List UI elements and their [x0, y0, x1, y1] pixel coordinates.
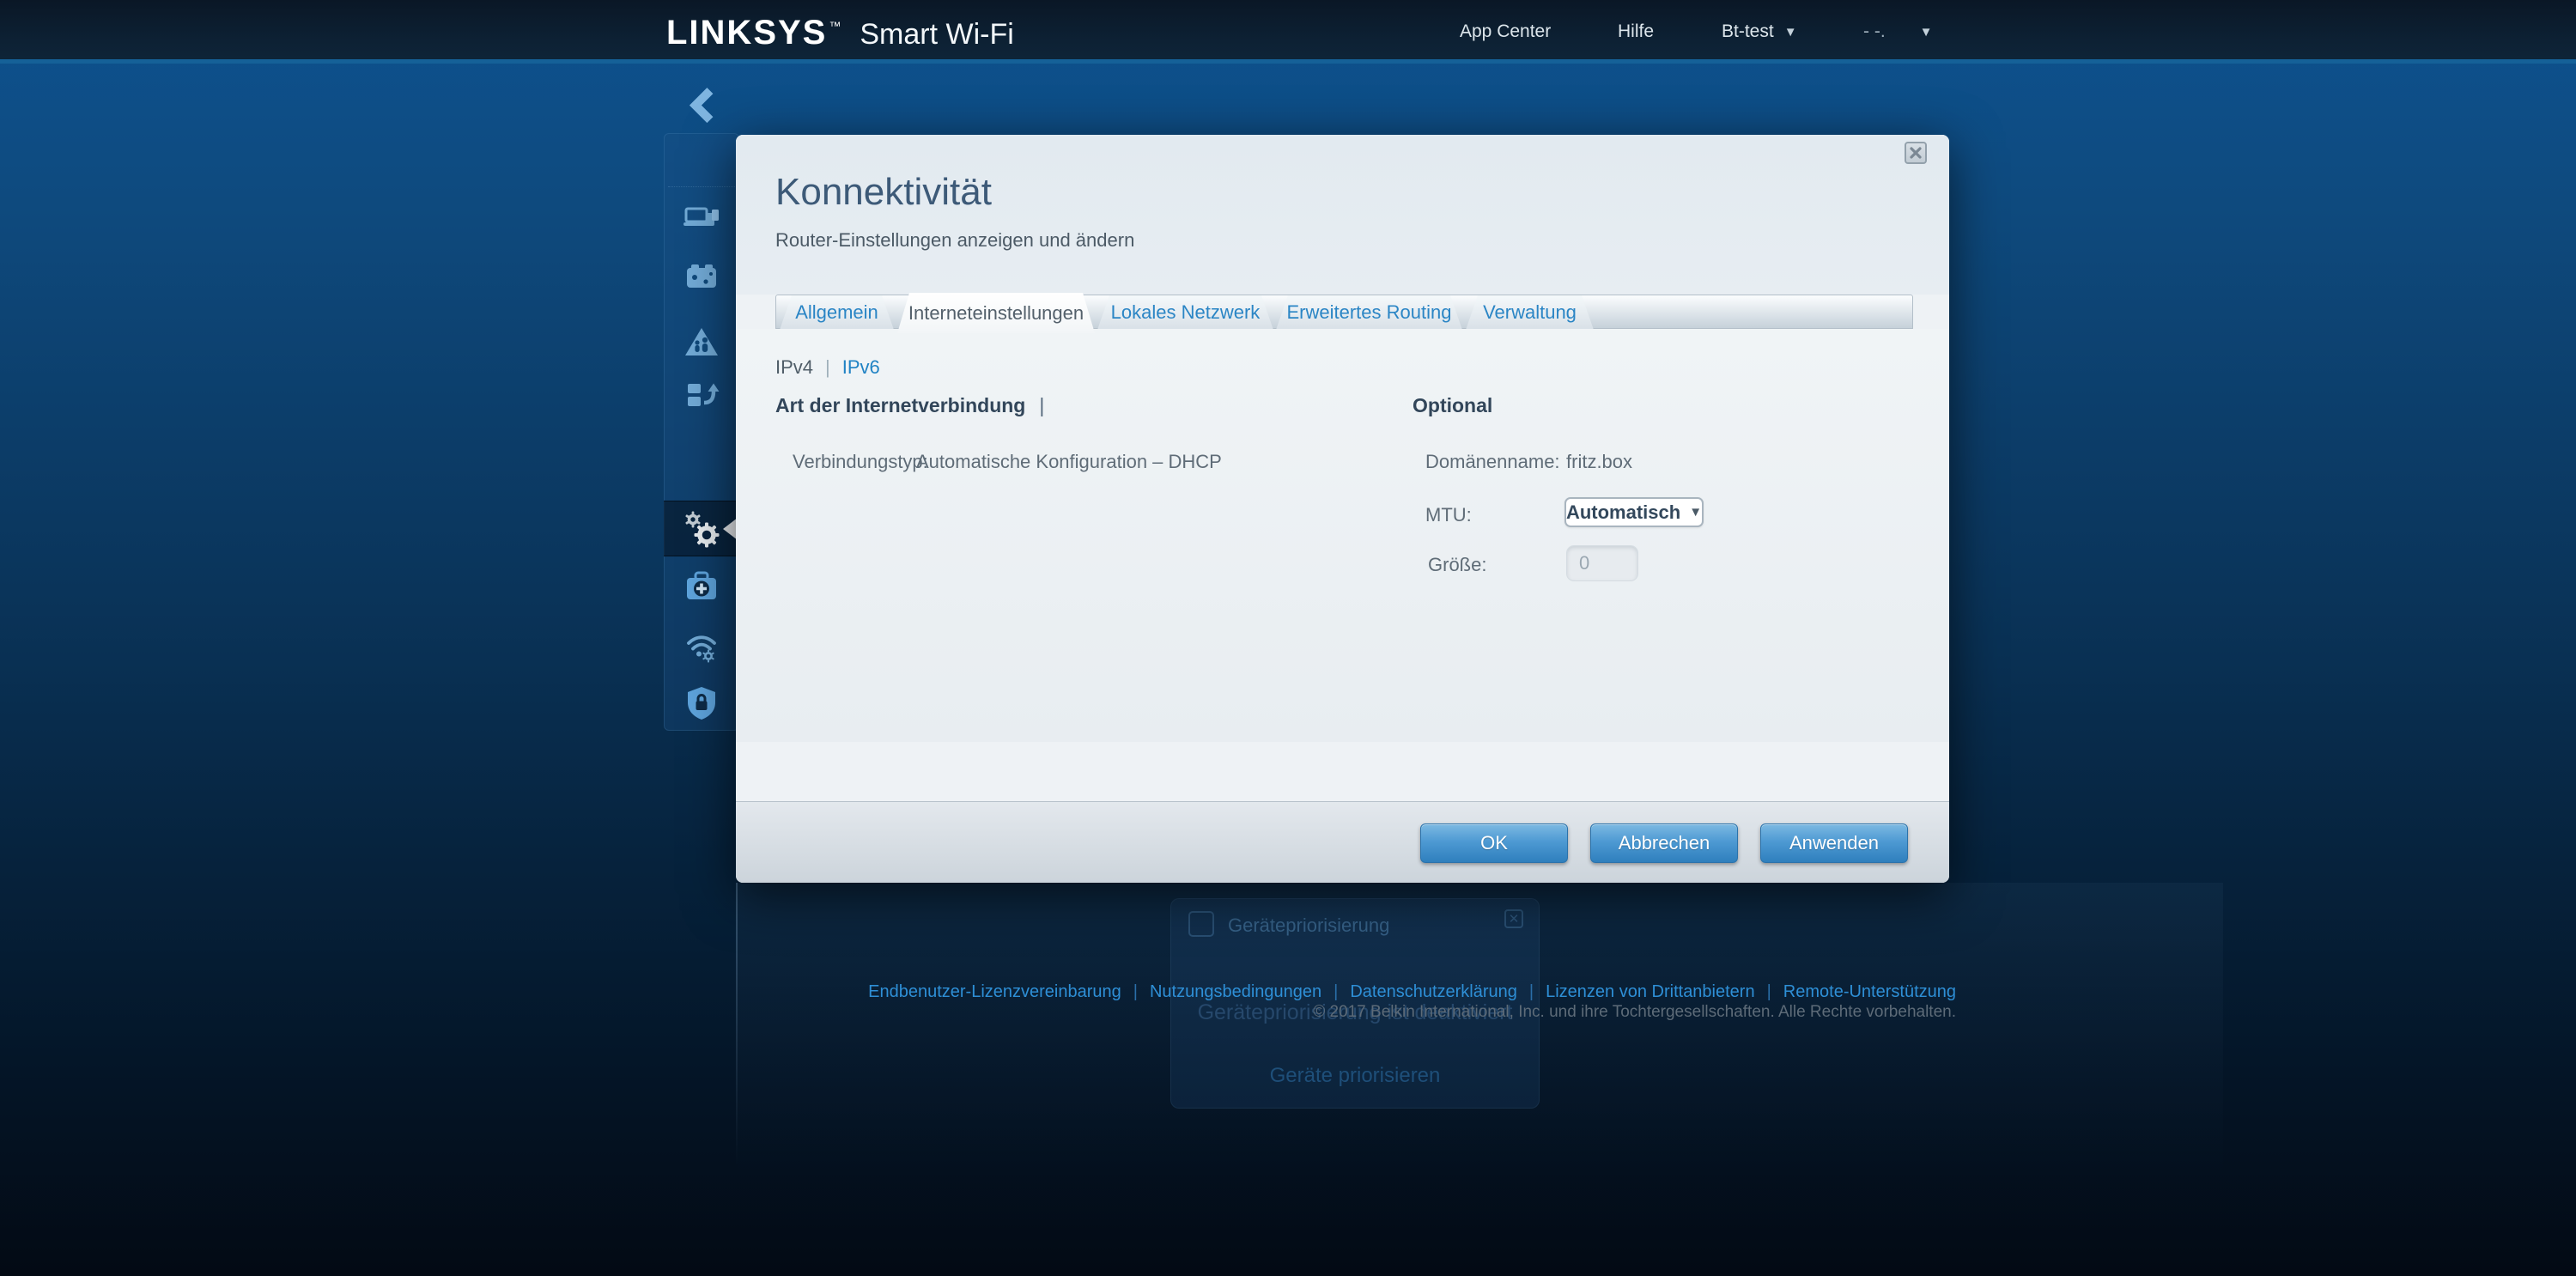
menu-user-dropdown[interactable]: - -. ▼	[1863, 0, 1933, 64]
sidebar-item-troubleshooting[interactable]	[664, 562, 739, 612]
chevron-down-icon: ▼	[1919, 24, 1933, 39]
sidebar-item-media-storage[interactable]	[664, 252, 739, 302]
footer-link-privacy[interactable]: Datenschutzerklärung	[1350, 982, 1517, 1002]
menu-user-label: - -.	[1863, 21, 1886, 41]
section-heading-optional: Optional	[1413, 394, 1492, 417]
tab-verwaltung[interactable]: Verwaltung	[1466, 295, 1594, 330]
sidebar-item-network-devices[interactable]	[664, 194, 739, 244]
tab-label: Verwaltung	[1483, 301, 1577, 323]
close-icon	[1910, 147, 1922, 159]
size-label: Größe:	[1428, 554, 1487, 575]
ipv4-toggle[interactable]: IPv4	[775, 356, 813, 379]
menu-router-name-label: Bt-test	[1722, 21, 1774, 41]
sidebar-collapse-button[interactable]	[687, 86, 716, 124]
footer-separator: |	[1334, 982, 1339, 1001]
tab-label: Lokales Netzwerk	[1110, 301, 1261, 323]
sidebar-item-parental-controls[interactable]	[664, 317, 739, 367]
footer-separator: |	[1133, 982, 1138, 1001]
ip-version-toggle: IPv4 | IPv6	[775, 356, 880, 379]
logo-suffix-text: Smart Wi-Fi	[860, 18, 1014, 51]
connectivity-dialog: Konnektivität Router-Einstellungen anzei…	[736, 135, 1949, 883]
tab-label: Interneteinstellungen	[908, 301, 1084, 324]
footer-link-thirdparty[interactable]: Lizenzen von Drittanbietern	[1546, 982, 1754, 1002]
domain-name-label: Domänenname:	[1425, 451, 1560, 472]
storage-box-icon	[687, 264, 716, 288]
dialog-tab-bar: Allgemein Interneteinstellungen Lokales …	[775, 295, 1913, 329]
apply-button[interactable]: Anwenden	[1760, 823, 1908, 863]
chevron-down-icon: ▼	[1689, 505, 1703, 520]
menu-router-name-dropdown[interactable]: Bt-test ▼	[1722, 0, 1797, 64]
size-input	[1566, 545, 1638, 581]
mtu-label: MTU:	[1425, 504, 1472, 526]
sidebar-separator	[668, 186, 735, 187]
section-heading-label: Art der Internetverbindung	[775, 394, 1026, 416]
dialog-content: IPv4 | IPv6 Art der Internetverbindung |…	[736, 329, 1949, 742]
footer-separator: |	[1766, 982, 1771, 1001]
sidebar-item-security[interactable]	[664, 677, 739, 727]
dialog-footer: OK Abbrechen Anwenden	[736, 801, 1949, 883]
tab-erweitertes-routing[interactable]: Erweitertes Routing	[1276, 295, 1462, 330]
footer-link-terms[interactable]: Nutzungsbedingungen	[1150, 982, 1321, 1002]
footer-link-eula[interactable]: Endbenutzer-Lizenzvereinbarung	[868, 982, 1121, 1002]
heading-divider: |	[1039, 394, 1045, 416]
ipv6-toggle[interactable]: IPv6	[842, 356, 880, 379]
tab-label: Erweitertes Routing	[1286, 301, 1452, 323]
page: { "header": { "logo": "LINKSYS", "logo_t…	[0, 0, 2576, 1276]
connection-type-value: Automatische Konfiguration – DHCP	[916, 451, 1222, 472]
dialog-close-button[interactable]	[1905, 142, 1927, 164]
menu-hilfe-label: Hilfe	[1618, 21, 1655, 41]
dialog-title: Konnektivität	[775, 171, 992, 213]
tab-interneteinstellungen[interactable]: Interneteinstellungen	[897, 293, 1095, 333]
logo-trademark: ™	[829, 19, 841, 33]
section-heading-label: Optional	[1413, 394, 1493, 416]
underlying-content-glow	[738, 883, 2223, 1183]
domain-name-value: fritz.box	[1566, 451, 1633, 472]
tab-lokales-netzwerk[interactable]: Lokales Netzwerk	[1097, 295, 1273, 330]
tab-allgemein[interactable]: Allgemein	[780, 295, 894, 330]
cancel-button[interactable]: Abbrechen	[1590, 823, 1738, 863]
sidebar-item-wireless[interactable]	[664, 621, 739, 671]
ok-button[interactable]: OK	[1420, 823, 1568, 863]
footer-separator: |	[1528, 982, 1534, 1001]
dialog-header: Konnektivität Router-Einstellungen anzei…	[736, 135, 1949, 295]
menu-hilfe[interactable]: Hilfe	[1618, 0, 1654, 64]
devices-icon	[683, 207, 719, 226]
menu-app-center[interactable]: App Center	[1460, 0, 1551, 64]
copyright-text: © 2017 Belkin International, Inc. und ih…	[1313, 1003, 1956, 1021]
tab-label: Allgemein	[795, 301, 878, 323]
section-heading-connection-type: Art der Internetverbindung |	[775, 394, 1044, 417]
mtu-selected-value: Automatisch	[1565, 501, 1681, 523]
warning-triangle-icon	[685, 328, 718, 355]
underlying-panel-edge	[736, 883, 738, 1166]
settings-gears-icon	[685, 511, 720, 547]
ip-divider: |	[825, 356, 830, 378]
chevron-down-icon: ▼	[1783, 24, 1797, 39]
connection-type-label: Verbindungstyp:	[793, 451, 928, 472]
sidebar-item-prioritization[interactable]	[664, 370, 739, 420]
shield-lock-icon	[688, 687, 715, 720]
back-chevron-icon	[689, 88, 714, 124]
dialog-subtitle: Router-Einstellungen anzeigen und ändern	[775, 229, 1135, 251]
first-aid-kit-icon	[687, 571, 716, 599]
wifi-gear-icon	[687, 635, 716, 663]
footer-link-remote-support[interactable]: Remote-Unterstützung	[1783, 982, 1956, 1002]
device-priority-icon	[688, 383, 720, 406]
linksys-logo: LINKSYS ™ Smart Wi-Fi	[666, 14, 1014, 52]
footer-links: Endbenutzer-Lizenzvereinbarung | Nutzung…	[868, 982, 1956, 1002]
mtu-dropdown[interactable]: Automatisch ▼	[1564, 497, 1704, 527]
logo-brand-text: LINKSYS	[666, 14, 828, 52]
top-header-bar: LINKSYS ™ Smart Wi-Fi App Center Hilfe Bt…	[0, 0, 2576, 64]
menu-app-center-label: App Center	[1460, 21, 1552, 41]
